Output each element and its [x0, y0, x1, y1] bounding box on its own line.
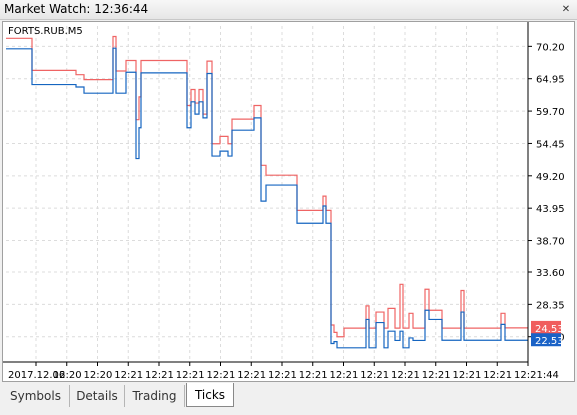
x-tick-label: 12:21:44	[514, 370, 559, 381]
y-tick-label: 38.70	[536, 237, 565, 248]
bid-price-label-text: 22.53	[535, 336, 564, 347]
y-tick-label: 33.60	[536, 268, 565, 279]
close-icon[interactable]: ✕	[558, 2, 574, 17]
x-tick-label: 12:21	[207, 370, 236, 381]
tab-trading[interactable]: Trading	[125, 385, 185, 407]
y-tick-label: 49.20	[536, 172, 565, 183]
x-tick-label: 12:20	[53, 370, 82, 381]
tab-label: Details	[76, 389, 118, 403]
x-tick-label: 12:21	[483, 370, 512, 381]
ask-line	[6, 35, 528, 338]
symbol-label: FORTS.RUB.M5	[8, 26, 83, 37]
tick-chart[interactable]: 70.20 64.95 59.70 54.45 49.20 43.95 38.70 33.60…	[2, 21, 575, 382]
title-bar: Market Watch: 12:36:44 ✕	[0, 0, 577, 20]
x-tick-label: 12:21	[391, 370, 420, 381]
y-tick-label: 43.95	[536, 204, 565, 215]
y-tick-label: 59.70	[536, 107, 565, 118]
tab-symbols[interactable]: Symbols	[2, 385, 70, 407]
x-tick-label: 12:21	[237, 370, 266, 381]
bid-price-label: 22.53	[531, 333, 564, 347]
x-tick-label: 12:20	[84, 370, 113, 381]
x-tick-label: 12:21	[268, 370, 297, 381]
bid-line	[6, 47, 528, 349]
chart-canvas: 70.20 64.95 59.70 54.45 49.20 43.95 38.70 33.60…	[3, 22, 565, 381]
tab-strip: Symbols Details Trading Ticks	[0, 382, 577, 415]
ask-price-label: 24.53	[531, 320, 564, 335]
x-tick-label: 12:21	[453, 370, 482, 381]
chart-series	[6, 35, 528, 349]
x-tick-label: 12:21	[176, 370, 205, 381]
tab-ticks[interactable]: Ticks	[186, 383, 234, 407]
x-tick-label: 12:21	[360, 370, 389, 381]
x-tick-label: 12:21	[330, 370, 359, 381]
y-tick-label: 54.45	[536, 139, 565, 150]
tab-label: Ticks	[194, 388, 226, 402]
time-axis: 2017.12.0612:20 12:20 12:21 12:21 12:21 12:21…	[3, 361, 559, 381]
y-tick-label: 70.20	[536, 42, 565, 53]
y-tick-label: 28.35	[536, 300, 565, 311]
x-tick-label: 12:21	[422, 370, 451, 381]
x-tick-label: 12:21	[145, 370, 174, 381]
y-tick-label: 64.95	[536, 75, 565, 86]
tab-details[interactable]: Details	[70, 385, 125, 407]
tab-label: Trading	[132, 389, 177, 403]
price-axis: 70.20 64.95 59.70 54.45 49.20 43.95 38.70 33.60…	[527, 22, 565, 362]
window-title: Market Watch: 12:36:44	[4, 2, 149, 16]
x-tick-label: 12:21	[114, 370, 143, 381]
x-tick-label: 12:21	[299, 370, 328, 381]
tab-label: Symbols	[10, 389, 61, 403]
